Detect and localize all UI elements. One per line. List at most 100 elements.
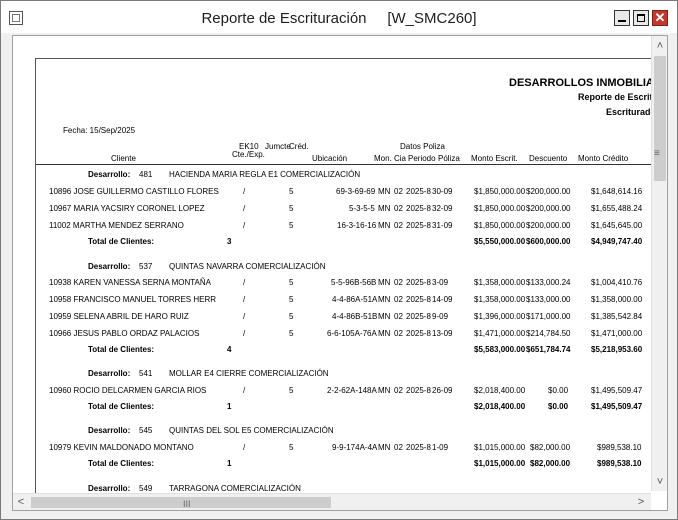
grip-icon: ≡ <box>654 148 660 159</box>
row-monto: $1,396,000.00 <box>474 312 526 321</box>
scroll-left-button[interactable]: < <box>13 494 29 510</box>
total-monto: $5,550,000.00 <box>474 237 526 246</box>
col-cred: Créd. <box>289 142 309 151</box>
row-cliente[interactable]: 10958 FRANCISCO MANUEL TORRES HERR <box>49 295 216 304</box>
scroll-right-button[interactable]: > <box>633 494 649 510</box>
row-periodo: 2025-8 <box>406 204 431 213</box>
row-monto: $1,850,000.00 <box>474 221 526 230</box>
row-cia: 02 <box>394 312 403 321</box>
total-descuento: $0.00 <box>548 402 569 411</box>
row-mon: MN <box>378 204 391 213</box>
row-poliza: 9-09 <box>432 312 449 321</box>
row-periodo: 2025-8 <box>406 443 431 452</box>
row-cte-exp: / <box>243 187 246 196</box>
row-ubicacion: 5-3-5-5 <box>349 204 375 213</box>
row-cia: 02 <box>394 204 403 213</box>
close-button[interactable]: ✕ <box>652 10 668 26</box>
minimize-button[interactable] <box>614 10 630 26</box>
row-cliente[interactable]: 10966 JESUS PABLO ORDAZ PALACIOS <box>49 329 199 338</box>
col-monto-escrit: Monto Escrit. <box>471 154 518 163</box>
desarrollo-label: Desarrollo: <box>88 369 131 378</box>
row-cred: 5 <box>289 187 294 196</box>
total-monto: $5,583,000.00 <box>474 345 526 354</box>
grip-icon: III <box>183 499 191 509</box>
total-count: 1 <box>227 459 232 468</box>
row-mon: MN <box>378 329 391 338</box>
report-title: Reporte de Escritu <box>578 92 656 102</box>
row-cliente[interactable]: 10959 SELENA ABRIL DE HARO RUIZ <box>49 312 189 321</box>
scroll-up-button[interactable]: ˄ <box>652 38 667 54</box>
desarrollo-label: Desarrollo: <box>88 170 131 179</box>
row-periodo: 2025-8 <box>406 187 431 196</box>
row-mon: MN <box>378 443 391 452</box>
scroll-down-button[interactable]: ˅ <box>652 474 667 490</box>
row-cliente[interactable]: 10938 KAREN VANESSA SERNA MONTAÑA <box>49 278 211 287</box>
row-monto: $1,358,000.00 <box>474 278 526 287</box>
total-monto: $2,018,400.00 <box>474 402 526 411</box>
row-periodo: 2025-8 <box>406 278 431 287</box>
row-poliza: 31-09 <box>432 221 453 230</box>
row-cred: 5 <box>289 278 294 287</box>
row-mon: MN <box>378 278 391 287</box>
row-periodo: 2025-8 <box>406 312 431 321</box>
row-descuento: $133,000.00 <box>526 295 571 304</box>
row-cred: 5 <box>289 443 294 452</box>
window-title: Reporte de Escrituración [W_SMC260] <box>201 10 477 27</box>
row-cte-exp: / <box>243 204 246 213</box>
row-credito: $1,655,488.24 <box>591 204 643 213</box>
row-cte-exp: / <box>243 221 246 230</box>
total-descuento: $651,784.74 <box>526 345 571 354</box>
row-cia: 02 <box>394 443 403 452</box>
maximize-button[interactable] <box>633 10 649 26</box>
vertical-scroll-thumb[interactable] <box>654 56 666 181</box>
desarrollo-name: QUINTAS NAVARRA COMERCIALIZACIÓN <box>169 262 326 271</box>
row-ubicacion: 9-9-174A-4A <box>332 443 378 452</box>
row-cliente[interactable]: 10960 ROCIO DELCARMEN GARCIA RIOS <box>49 386 206 395</box>
desarrollo-name: QUINTAS DEL SOL E5 COMERCIALIZACIÓN <box>169 426 334 435</box>
col-cliente: Cliente <box>111 154 136 163</box>
total-credito: $5,218,953.60 <box>591 345 643 354</box>
title-bar[interactable]: Reporte de Escrituración [W_SMC260] ✕ <box>1 1 677 33</box>
row-credito: $1,495,509.47 <box>591 386 643 395</box>
row-cliente[interactable]: 11002 MARTHA MENDEZ SERRANO <box>49 221 184 230</box>
desarrollo-name: HACIENDA MARIA REGLA E1 COMERCIALIZACIÓN <box>169 170 361 179</box>
row-mon: MN <box>378 221 391 230</box>
row-descuento: $0.00 <box>548 386 569 395</box>
row-cliente[interactable]: 10979 KEVIN MALDONADO MONTANO <box>49 443 194 452</box>
row-mon: MN <box>378 312 391 321</box>
total-label: Total de Clientes: <box>88 237 155 246</box>
vertical-scrollbar[interactable]: ˄ ˅ <box>651 36 667 491</box>
row-cliente[interactable]: 10967 MARIA YACSIRY CORONEL LOPEZ <box>49 204 205 213</box>
company-name: DESARROLLOS INMOBILIARIO <box>509 77 656 89</box>
row-cliente[interactable]: 10896 JOSE GUILLERMO CASTILLO FLORES <box>49 187 219 196</box>
row-credito: $1,648,614.16 <box>591 187 643 196</box>
report-window: Reporte de Escrituración [W_SMC260] ✕ DE… <box>0 0 678 520</box>
total-monto: $1,015,000.00 <box>474 459 526 468</box>
row-credito: $1,471,000.00 <box>591 329 643 338</box>
row-cte-exp: / <box>243 329 246 338</box>
row-cia: 02 <box>394 187 403 196</box>
row-poliza: 1-09 <box>432 443 449 452</box>
row-credito: $1,358,000.00 <box>591 295 643 304</box>
horizontal-scroll-thumb[interactable]: III <box>31 497 331 509</box>
desarrollo-id: 537 <box>139 262 153 271</box>
row-monto: $1,850,000.00 <box>474 187 526 196</box>
row-cia: 02 <box>394 329 403 338</box>
row-ubicacion: 69-3-69-69 <box>336 187 376 196</box>
row-ubicacion: 2-2-62A-148A <box>327 386 377 395</box>
row-cred: 5 <box>289 204 294 213</box>
row-cred: 5 <box>289 329 294 338</box>
report-subtitle: Escriturados <box>606 107 656 117</box>
col-ubicacion: Ubicación <box>312 154 348 163</box>
col-jumcte: Jumcte <box>265 142 291 151</box>
desarrollo-id: 549 <box>139 484 153 493</box>
row-mon: MN <box>378 295 391 304</box>
row-credito: $1,385,542.84 <box>591 312 643 321</box>
col-datos-poliza: Datos Poliza <box>400 142 445 151</box>
row-descuento: $171,000.00 <box>526 312 571 321</box>
row-descuento: $133,000.24 <box>526 278 571 287</box>
horizontal-scrollbar[interactable]: < III > <box>13 493 651 510</box>
desarrollo-name: TARRAGONA COMERCIALIZACIÓN <box>169 484 301 493</box>
total-count: 3 <box>227 237 232 246</box>
row-ubicacion: 4-4-86A-51A <box>332 295 378 304</box>
